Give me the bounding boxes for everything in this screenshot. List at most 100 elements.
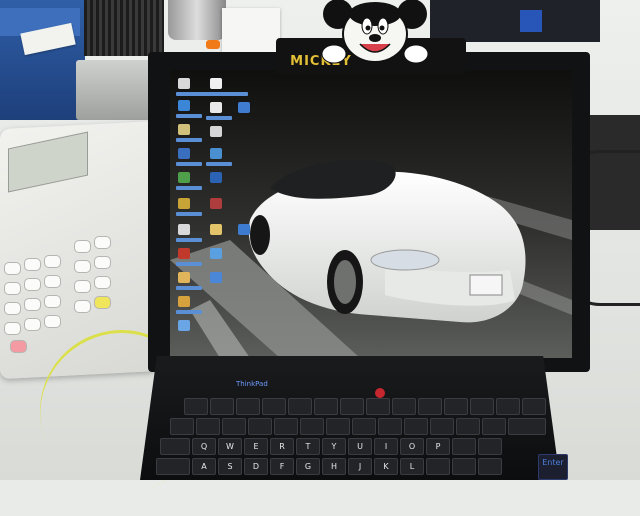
key-f[interactable]: F <box>270 458 294 475</box>
key-a[interactable]: A <box>192 458 216 475</box>
function-key[interactable] <box>366 398 390 415</box>
key-t[interactable]: T <box>296 438 320 455</box>
desktop-icon[interactable] <box>210 126 222 137</box>
key-k[interactable]: K <box>374 458 398 475</box>
caps-lock-key[interactable] <box>156 458 190 475</box>
key-i[interactable]: I <box>374 438 398 455</box>
key-l[interactable]: L <box>400 458 424 475</box>
desktop-icon[interactable] <box>210 102 222 113</box>
desk-device <box>76 60 150 120</box>
number-key[interactable] <box>430 418 454 435</box>
function-key[interactable] <box>522 398 546 415</box>
number-key[interactable] <box>274 418 298 435</box>
quote-key[interactable] <box>452 458 476 475</box>
number-key[interactable] <box>456 418 480 435</box>
desktop-icon[interactable] <box>178 248 190 259</box>
number-key[interactable] <box>196 418 220 435</box>
number-key[interactable] <box>170 418 194 435</box>
function-key[interactable] <box>418 398 442 415</box>
white-box <box>222 8 280 52</box>
function-key[interactable] <box>184 398 208 415</box>
desktop-icon-label <box>176 262 202 266</box>
background-monitor-blue-part <box>520 10 542 32</box>
desktop-icon[interactable] <box>178 296 190 307</box>
desktop-icon-label <box>176 186 202 190</box>
key-o[interactable]: O <box>400 438 424 455</box>
number-key[interactable] <box>326 418 350 435</box>
desktop-icon[interactable] <box>210 224 222 235</box>
number-key[interactable] <box>404 418 428 435</box>
desktop-icon[interactable] <box>178 124 190 135</box>
bracket-key[interactable] <box>478 438 502 455</box>
desktop-icon-label <box>176 92 248 96</box>
key-d[interactable]: D <box>244 458 268 475</box>
function-key[interactable] <box>392 398 416 415</box>
desktop-icon[interactable] <box>178 272 190 283</box>
desktop-icon[interactable] <box>178 224 190 235</box>
desktop-icon-label <box>206 162 232 166</box>
number-key[interactable] <box>300 418 324 435</box>
function-key[interactable] <box>444 398 468 415</box>
desktop-icon-label <box>176 162 202 166</box>
number-key[interactable] <box>378 418 402 435</box>
pen-cup <box>168 0 226 40</box>
backspace-key[interactable] <box>508 418 546 435</box>
desktop-icon[interactable] <box>210 172 222 183</box>
key-g[interactable]: G <box>296 458 320 475</box>
bracket-key[interactable] <box>452 438 476 455</box>
backslash-key[interactable] <box>478 458 502 475</box>
desktop-icon[interactable] <box>210 248 222 259</box>
function-key[interactable] <box>262 398 286 415</box>
desktop-icon[interactable] <box>178 198 190 209</box>
key-q[interactable]: Q <box>192 438 216 455</box>
function-key[interactable] <box>340 398 364 415</box>
desktop-icon[interactable] <box>178 320 190 331</box>
number-key[interactable] <box>222 418 246 435</box>
desktop-icon[interactable] <box>238 224 250 235</box>
trackpoint[interactable] <box>375 388 385 398</box>
function-key[interactable] <box>470 398 494 415</box>
key-r[interactable]: R <box>270 438 294 455</box>
orange-clip <box>206 40 220 49</box>
function-key[interactable] <box>314 398 338 415</box>
key-p[interactable]: P <box>426 438 450 455</box>
key-w[interactable]: W <box>218 438 242 455</box>
desktop-icon[interactable] <box>238 102 250 113</box>
desktop-icon[interactable] <box>210 198 222 209</box>
desktop-icon[interactable] <box>178 78 190 89</box>
desktop-icon[interactable] <box>178 148 190 159</box>
number-key[interactable] <box>248 418 272 435</box>
tab-key[interactable] <box>160 438 190 455</box>
desktop-icon[interactable] <box>210 272 222 283</box>
desktop-icon-label <box>176 238 202 242</box>
desktop-icon-label <box>176 310 202 314</box>
desktop-icon-grid <box>176 76 258 346</box>
background-monitor <box>430 0 600 42</box>
function-key[interactable] <box>496 398 520 415</box>
number-key[interactable] <box>352 418 376 435</box>
enter-key[interactable]: Enter <box>538 454 568 480</box>
desktop-icon-label <box>206 116 232 120</box>
function-key[interactable] <box>236 398 260 415</box>
desktop-icon-label <box>176 212 202 216</box>
function-key[interactable] <box>288 398 312 415</box>
desktop-icon-label <box>176 114 202 118</box>
number-key[interactable] <box>482 418 506 435</box>
key-y[interactable]: Y <box>322 438 346 455</box>
key-s[interactable]: S <box>218 458 242 475</box>
desktop-icon[interactable] <box>210 148 222 159</box>
semicolon-key[interactable] <box>426 458 450 475</box>
desktop-icon-label <box>176 138 202 142</box>
key-u[interactable]: U <box>348 438 372 455</box>
keyboard-keys: Q W E R T Y U I O P Enter A S D F G H J … <box>150 398 570 480</box>
laptop-screen <box>170 70 572 358</box>
desktop-icon[interactable] <box>210 78 222 89</box>
desktop-icon[interactable] <box>178 100 190 111</box>
key-e[interactable]: E <box>244 438 268 455</box>
key-j[interactable]: J <box>348 458 372 475</box>
desktop-icon[interactable] <box>178 172 190 183</box>
function-key[interactable] <box>210 398 234 415</box>
key-h[interactable]: H <box>322 458 346 475</box>
mickey-face-icon <box>321 0 429 64</box>
mesh-basket <box>84 0 164 56</box>
